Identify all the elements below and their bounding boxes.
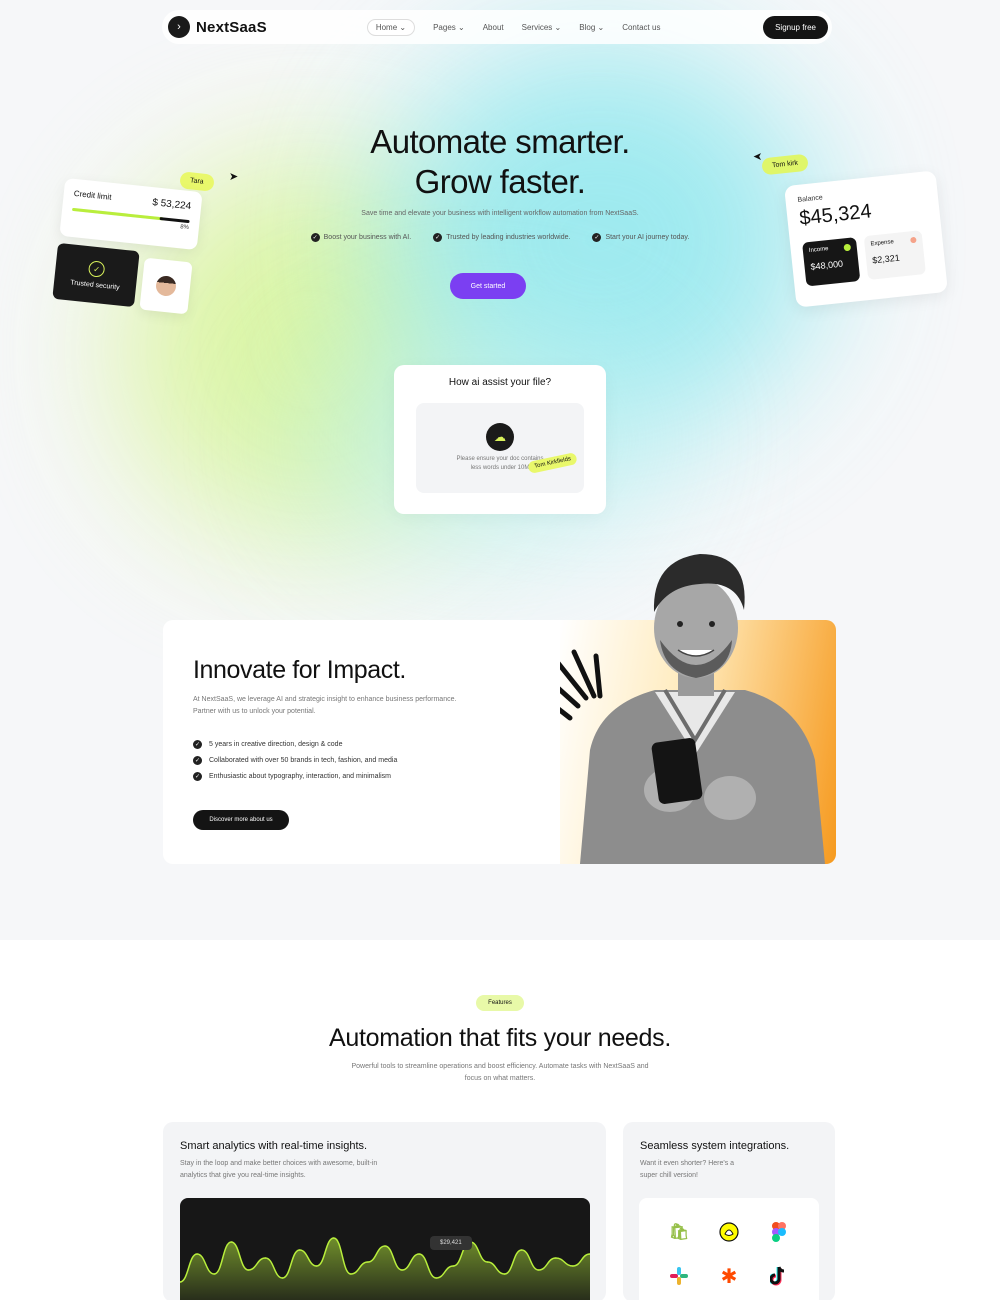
hero-check-item: ✓ Boost your business with AI. <box>310 233 412 242</box>
chart-point <box>555 1257 557 1259</box>
analytics-chart: $29,421 <box>180 1198 590 1300</box>
expense-value: $2,321 <box>871 252 901 266</box>
nav-link-services[interactable]: Services ⌄ <box>522 23 562 32</box>
credit-label: Credit limit <box>73 188 112 202</box>
chart-point <box>384 1245 386 1247</box>
chart-point <box>572 1265 574 1267</box>
get-started-button[interactable]: Get started <box>450 273 526 299</box>
impact-title: Innovate for Impact. <box>193 656 406 684</box>
integrations-grid: 🛍 ✱ <box>639 1198 819 1300</box>
income-value: $48,000 <box>810 258 844 272</box>
verified-icon: ✓ <box>87 260 106 278</box>
nav-link-pages[interactable]: Pages ⌄ <box>433 23 465 32</box>
cursor-icon: ➤ <box>753 151 763 163</box>
security-badge-card: ✓ Trusted security <box>52 242 140 308</box>
avatar <box>155 275 177 297</box>
chart-point <box>452 1265 455 1267</box>
integrations-panel: Seamless system integrations. Want it ev… <box>623 1122 835 1300</box>
area-chart-svg <box>180 1237 590 1300</box>
zapier-icon[interactable]: ✱ <box>719 1266 739 1288</box>
impact-list: ✓ 5 years in creative direction, design &… <box>193 736 397 784</box>
signup-button[interactable]: Signup free <box>763 15 828 39</box>
chart-point <box>367 1261 369 1263</box>
hero-check-item: ✓ Start your AI journey today. <box>592 233 690 242</box>
integrations-title: Seamless system integrations. <box>640 1140 790 1152</box>
figma-icon[interactable] <box>769 1222 789 1242</box>
file-dropzone[interactable]: ☁ Please ensure your doc contains less w… <box>416 403 584 493</box>
chart-area <box>180 1238 590 1300</box>
income-dot-icon <box>843 243 852 252</box>
person-with-phone-image <box>560 554 825 864</box>
chart-point <box>537 1269 540 1271</box>
expense-tile: Expense $2,321 <box>863 230 926 280</box>
ai-upload-card: How ai assist your file? ☁ Please ensure… <box>394 365 606 514</box>
check-icon: ✓ <box>193 739 202 749</box>
impact-description: At NextSaaS, we leverage AI and strategi… <box>193 696 457 715</box>
check-icon: ✓ <box>592 233 602 242</box>
top-navbar: › NextSaaS Home ⌄ Pages ⌄ About Services… <box>162 10 832 44</box>
analytics-panel: Smart analytics with real-time insights.… <box>163 1122 606 1300</box>
nav-link-blog[interactable]: Blog ⌄ <box>579 23 604 32</box>
chart-point <box>503 1273 506 1275</box>
analytics-description: Stay in the loop and make better choices… <box>180 1160 378 1179</box>
accent-strokes-icon <box>560 649 603 721</box>
slack-icon[interactable] <box>669 1266 689 1286</box>
nav-link-about[interactable]: About <box>483 23 504 32</box>
check-icon: ✓ <box>193 771 202 781</box>
income-tile: Income $48,000 <box>802 237 861 287</box>
chart-point <box>264 1257 267 1259</box>
list-item: ✓ Collaborated with over 50 brands in tec… <box>193 755 398 765</box>
chart-point <box>196 1253 198 1255</box>
cloud-upload-icon: ☁ <box>486 423 514 451</box>
logo-text: NextSaaS <box>196 18 267 36</box>
chart-point <box>418 1253 420 1255</box>
check-icon: ✓ <box>310 233 320 242</box>
chart-point <box>435 1277 438 1279</box>
cursor-icon: ➤ <box>229 171 239 183</box>
security-badge-text: Trusted security <box>69 279 120 292</box>
chart-point <box>486 1261 489 1263</box>
features-badge: Features <box>476 995 524 1011</box>
chart-point <box>230 1241 233 1243</box>
chart-point <box>520 1249 523 1251</box>
chart-tooltip: $29,421 <box>430 1236 472 1250</box>
list-item: ✓ Enthusiastic about typography, interact… <box>193 771 391 781</box>
features-section: Features Automation that fits your needs… <box>0 940 1000 1300</box>
nav-links: Home ⌄ Pages ⌄ About Services ⌄ Blog ⌄ C… <box>366 18 660 36</box>
balance-card: Balance $45,324 Income $48,000 Expense $… <box>784 170 948 308</box>
nav-link-contact[interactable]: Contact us <box>622 23 660 32</box>
analytics-title: Smart analytics with real-time insights. <box>180 1140 368 1152</box>
credit-amount: $ 53,224 <box>151 197 192 213</box>
tiktok-icon[interactable] <box>769 1266 789 1286</box>
features-subtitle: Powerful tools to streamline operations … <box>351 1063 649 1082</box>
logo[interactable]: › NextSaaS <box>168 16 267 38</box>
avatar-card <box>139 257 193 315</box>
list-item: ✓ 5 years in creative direction, design &… <box>193 739 343 749</box>
features-title: Automation that fits your needs. <box>329 1024 671 1052</box>
nav-link-home[interactable]: Home ⌄ <box>366 18 416 36</box>
integrations-description: Want it even shorter? Here's a super chi… <box>640 1160 735 1179</box>
upload-title: How ai assist your file? <box>448 377 552 388</box>
snapchat-icon[interactable] <box>719 1222 739 1242</box>
check-icon: ✓ <box>433 233 443 242</box>
chart-point <box>332 1237 335 1239</box>
chart-point <box>350 1273 352 1275</box>
chart-point <box>315 1265 318 1267</box>
chart-point <box>298 1249 301 1251</box>
check-icon: ✓ <box>193 755 202 765</box>
chart-point <box>213 1273 215 1275</box>
discover-more-button[interactable]: Discover more about us <box>193 810 289 830</box>
chart-point <box>281 1277 284 1279</box>
chart-point <box>247 1269 250 1271</box>
hero-check-item: ✓ Trusted by leading industries worldwide… <box>433 233 571 242</box>
logo-icon: › <box>168 16 190 38</box>
chart-point <box>401 1269 403 1271</box>
shopify-icon[interactable]: 🛍 <box>669 1222 689 1242</box>
